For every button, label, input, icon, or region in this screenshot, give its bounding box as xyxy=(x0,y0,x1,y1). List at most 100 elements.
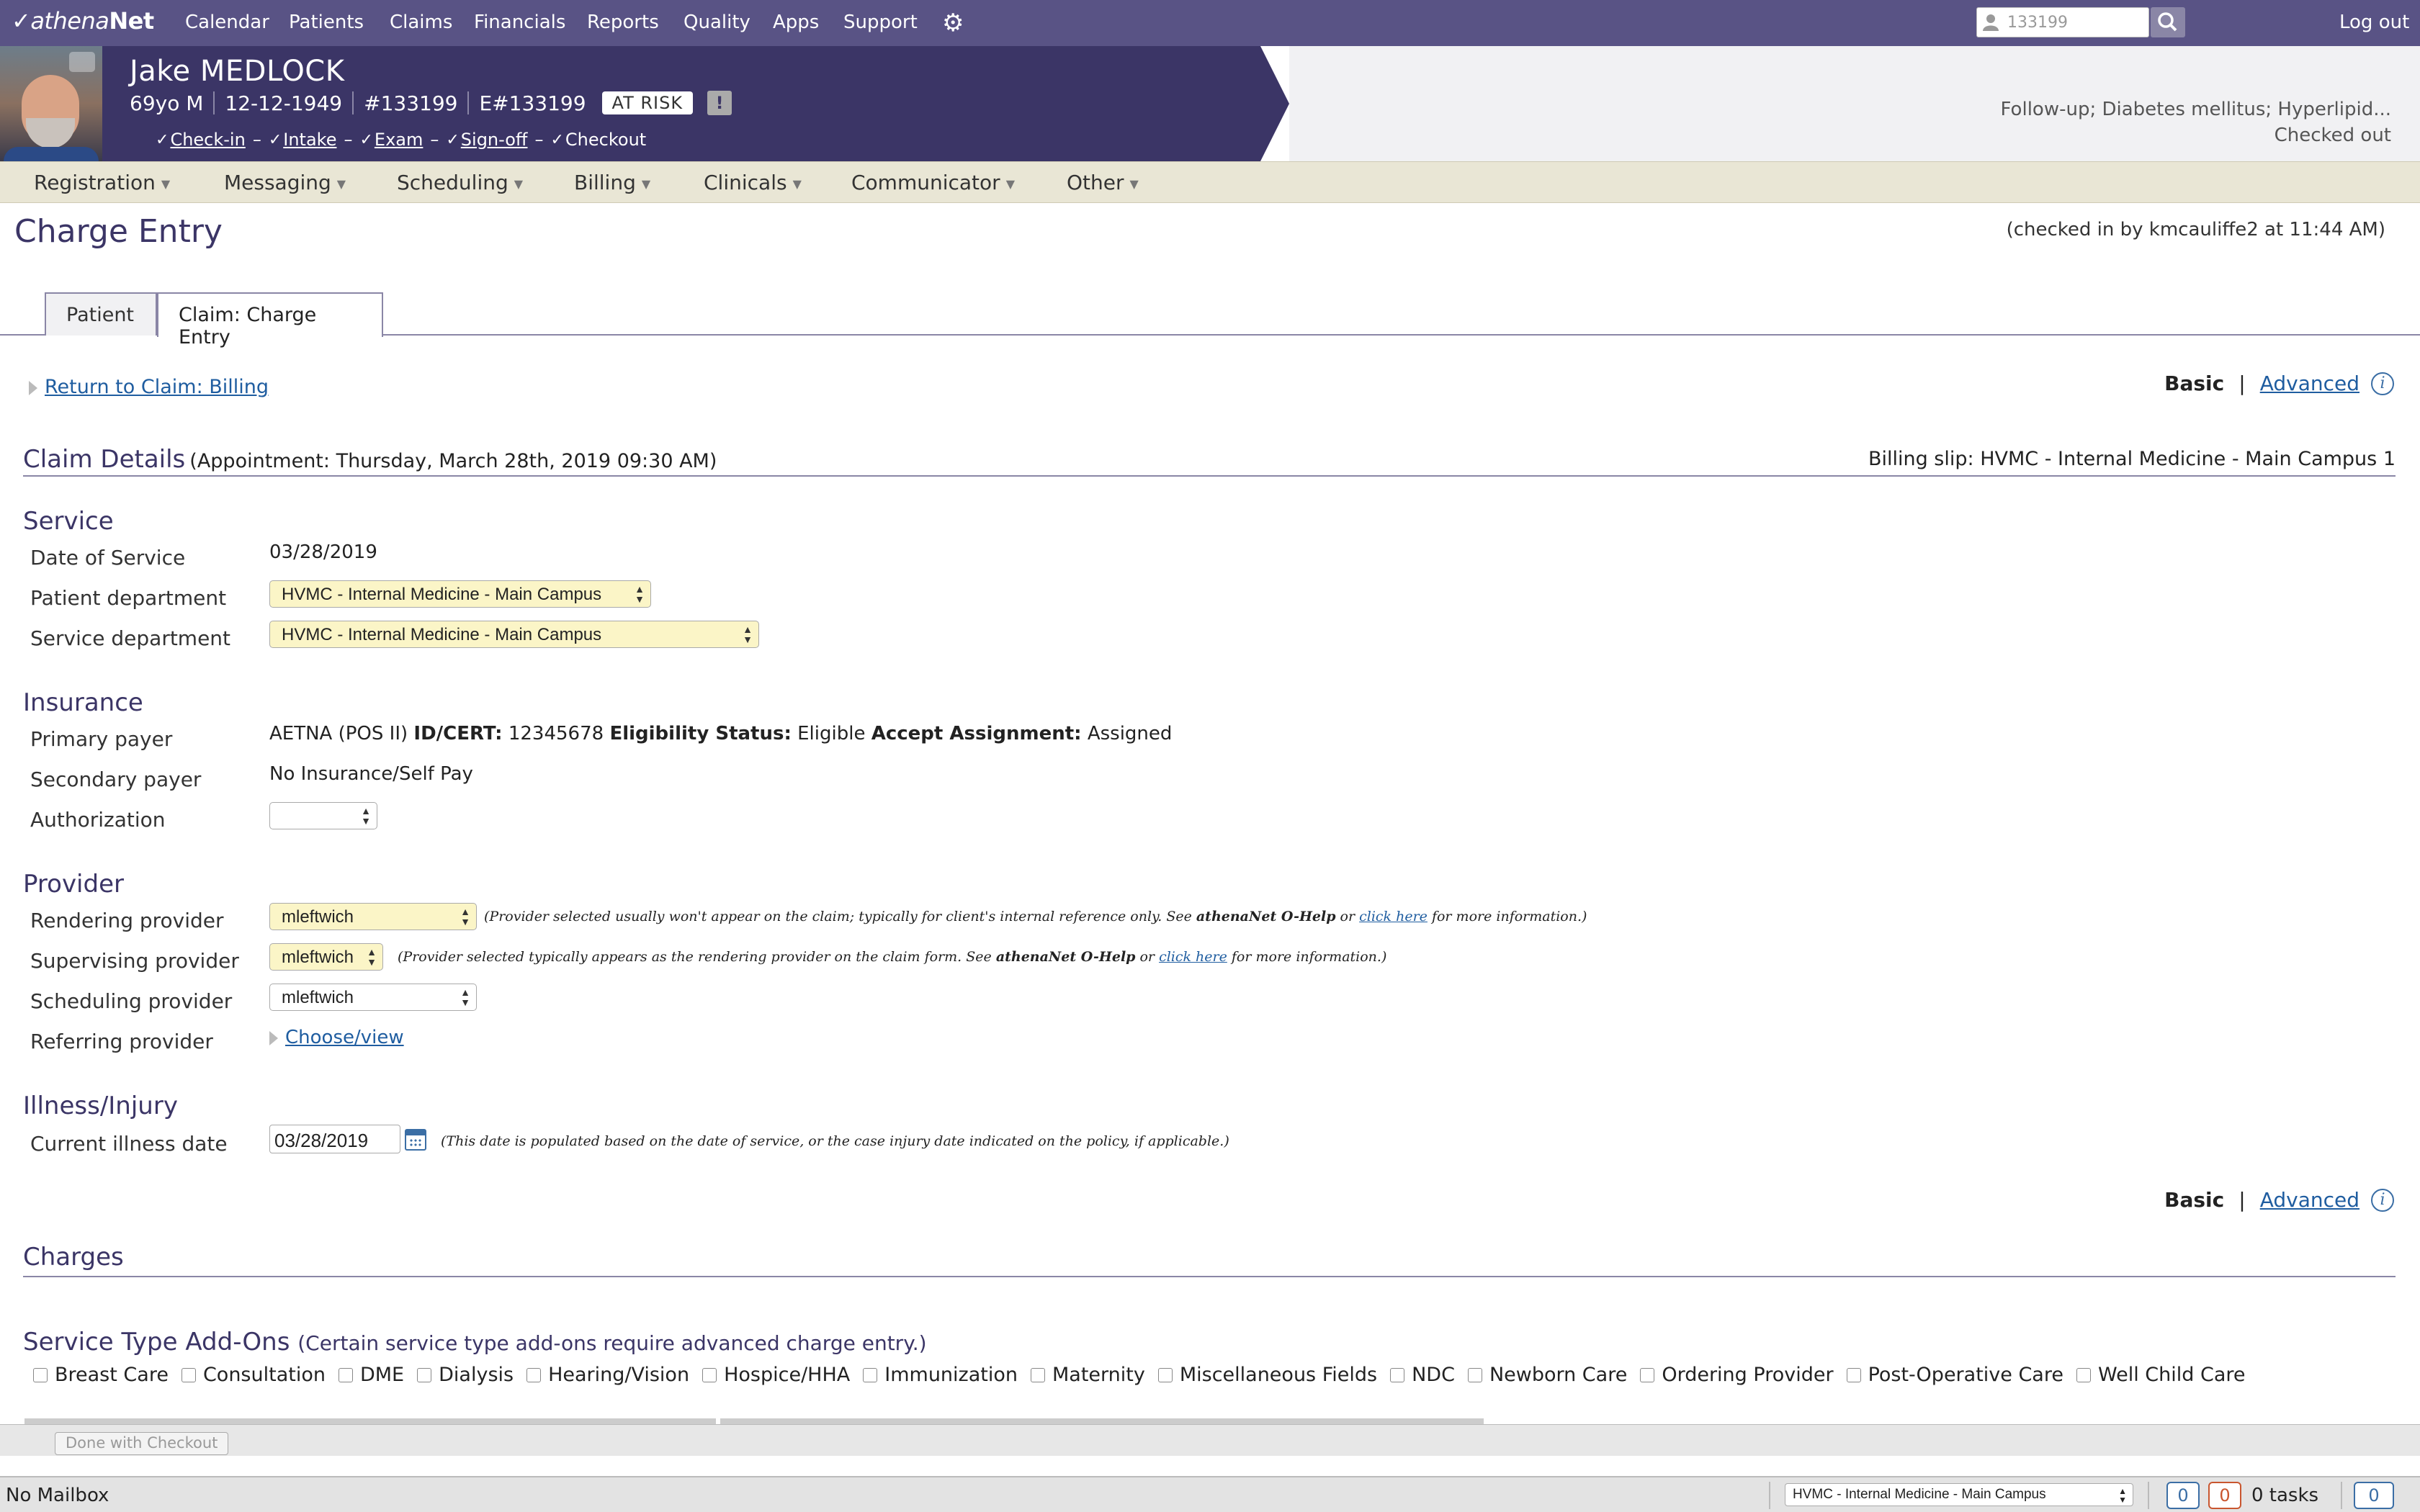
checkbox[interactable] xyxy=(863,1367,878,1382)
addon-ndc[interactable]: NDC xyxy=(1390,1364,1455,1386)
checkbox[interactable] xyxy=(1846,1367,1861,1382)
checkbox[interactable] xyxy=(1390,1367,1405,1382)
workflow-steps: ✓ Check-in – ✓ Intake – ✓ Exam – ✓ Sign-off – ✓ C… xyxy=(156,130,647,150)
checkbox[interactable] xyxy=(338,1367,353,1382)
checkbox[interactable] xyxy=(1640,1367,1655,1382)
checkbox[interactable] xyxy=(1157,1367,1173,1382)
addon-miscellaneous-fields[interactable]: Miscellaneous Fields xyxy=(1157,1364,1377,1386)
addon-breast-care[interactable]: Breast Care xyxy=(33,1364,169,1386)
mode-advanced-link[interactable]: Advanced xyxy=(2260,372,2360,395)
menu-messaging[interactable]: Messaging ▼ xyxy=(224,171,346,194)
at-risk-badge[interactable]: AT RISK xyxy=(601,91,694,114)
nav-quality[interactable]: Quality xyxy=(684,12,750,33)
menu-registration[interactable]: Registration ▼ xyxy=(34,171,170,194)
mode-basic: Basic xyxy=(2164,1188,2225,1212)
addons-list: Breast Care Consultation DME Dialysis He… xyxy=(33,1364,2259,1386)
current-illness-date-input[interactable] xyxy=(269,1125,400,1153)
menu-other[interactable]: Other ▼ xyxy=(1067,171,1139,194)
mailbox-status[interactable]: No Mailbox xyxy=(6,1485,109,1506)
tasks-count[interactable]: 0 tasks xyxy=(2251,1485,2318,1506)
workflow-checkin[interactable]: Check-in xyxy=(170,130,245,150)
addon-newborn-care[interactable]: Newborn Care xyxy=(1467,1364,1627,1386)
alert-icon[interactable]: ! xyxy=(707,91,732,115)
workflow-signoff[interactable]: Sign-off xyxy=(461,130,528,150)
check-icon: ✓ xyxy=(156,130,169,149)
mode-advanced-link[interactable]: Advanced xyxy=(2260,1188,2360,1212)
rendering-provider-select[interactable]: mleftwich ▲ ▼ xyxy=(269,903,477,930)
nav-reports[interactable]: Reports xyxy=(587,12,659,33)
patient-name[interactable]: Jake MEDLOCK xyxy=(130,55,344,88)
addon-hospice-hha[interactable]: Hospice/HHA xyxy=(702,1364,850,1386)
menu-communicator[interactable]: Communicator ▼ xyxy=(851,171,1015,194)
service-department-label: Service department xyxy=(30,626,231,650)
addon-consultation[interactable]: Consultation xyxy=(181,1364,326,1386)
checkbox[interactable] xyxy=(1467,1367,1482,1382)
search-input[interactable] xyxy=(2006,12,2143,32)
service-department-select[interactable]: HVMC - Internal Medicine - Main Campus ▲ ▼ xyxy=(269,621,759,648)
checkbox[interactable] xyxy=(417,1367,432,1382)
workflow-exam[interactable]: Exam xyxy=(375,130,423,150)
checkbox[interactable] xyxy=(2076,1367,2091,1382)
menu-clinicals[interactable]: Clinicals ▼ xyxy=(704,171,802,194)
supervising-help-link[interactable]: click here xyxy=(1159,949,1227,965)
calendar-icon[interactable] xyxy=(405,1129,426,1151)
department-select[interactable]: HVMC - Internal Medicine - Main Campus ▲ ▼ xyxy=(1785,1483,2133,1506)
nav-support[interactable]: Support xyxy=(843,12,918,33)
appointment-info: (Appointment: Thursday, March 28th, 2019… xyxy=(189,450,717,472)
addon-ordering-provider[interactable]: Ordering Provider xyxy=(1640,1364,1834,1386)
addon-post-operative-care[interactable]: Post-Operative Care xyxy=(1846,1364,2063,1386)
addon-dialysis[interactable]: Dialysis xyxy=(417,1364,514,1386)
addon-dme[interactable]: DME xyxy=(338,1364,404,1386)
scheduling-provider-select[interactable]: mleftwich ▲ ▼ xyxy=(269,984,477,1011)
info-icon[interactable]: i xyxy=(2371,1188,2394,1212)
athenanet-logo[interactable]: ✓athenaNet xyxy=(12,7,154,35)
checkbox[interactable] xyxy=(1030,1367,1045,1382)
supervising-provider-label: Supervising provider xyxy=(30,949,239,973)
rendering-help-link[interactable]: click here xyxy=(1359,909,1428,924)
addon-well-child-care[interactable]: Well Child Care xyxy=(2076,1364,2246,1386)
checkbox[interactable] xyxy=(702,1367,717,1382)
nav-apps[interactable]: Apps xyxy=(773,12,819,33)
billing-slip: Billing slip: HVMC - Internal Medicine -… xyxy=(1868,448,2396,470)
choose-view-link[interactable]: Choose/view xyxy=(285,1027,404,1048)
menu-billing[interactable]: Billing ▼ xyxy=(574,171,650,194)
return-to-billing-link[interactable]: Return to Claim: Billing xyxy=(45,376,269,398)
workflow-intake[interactable]: Intake xyxy=(283,130,336,150)
nav-patients[interactable]: Patients xyxy=(289,12,364,33)
inbox-count[interactable]: 0 xyxy=(2166,1482,2200,1509)
nav-financials[interactable]: Financials xyxy=(474,12,565,33)
chat-icon[interactable]: 0 xyxy=(2354,1482,2394,1509)
authorization-select[interactable]: ▲ ▼ xyxy=(269,802,377,829)
addon-immunization[interactable]: Immunization xyxy=(863,1364,1018,1386)
checkbox[interactable] xyxy=(33,1367,48,1382)
illness-injury-heading: Illness/Injury xyxy=(23,1092,178,1120)
logout-link[interactable]: Log out xyxy=(2339,12,2409,33)
expand-triangle-icon xyxy=(29,380,37,395)
insurance-heading: Insurance xyxy=(23,688,143,717)
select-arrows-icon: ▲ ▼ xyxy=(460,906,470,927)
addon-hearing-vision[interactable]: Hearing/Vision xyxy=(526,1364,689,1386)
page-title: Charge Entry xyxy=(14,213,223,250)
supervising-provider-note: (Provider selected typically appears as … xyxy=(398,949,1387,965)
tab-claim-charge-entry[interactable]: Claim: Charge Entry xyxy=(157,292,383,348)
camera-icon[interactable] xyxy=(69,52,95,72)
info-icon[interactable]: i xyxy=(2371,372,2394,395)
select-arrows-icon: ▲ ▼ xyxy=(361,805,371,827)
tab-patient[interactable]: Patient xyxy=(45,292,157,336)
nav-claims[interactable]: Claims xyxy=(390,12,452,33)
menu-scheduling[interactable]: Scheduling ▼ xyxy=(397,171,523,194)
patient-department-select[interactable]: HVMC - Internal Medicine - Main Campus ▲ ▼ xyxy=(269,580,651,608)
search-button[interactable] xyxy=(2151,7,2185,37)
addon-maternity[interactable]: Maternity xyxy=(1030,1364,1145,1386)
nav-calendar[interactable]: Calendar xyxy=(185,12,269,33)
supervising-provider-select[interactable]: mleftwich ▲ ▼ xyxy=(269,943,383,971)
done-with-checkout-button[interactable]: Done with Checkout xyxy=(55,1432,229,1455)
checkbox[interactable] xyxy=(526,1367,542,1382)
select-arrows-icon: ▲ ▼ xyxy=(367,946,377,968)
gear-icon[interactable]: ⚙ xyxy=(942,9,964,37)
urgent-count[interactable]: 0 xyxy=(2208,1482,2241,1509)
checkbox[interactable] xyxy=(181,1367,196,1382)
avatar[interactable] xyxy=(0,46,102,161)
workflow-checkout[interactable]: Checkout xyxy=(565,130,646,150)
visit-summary: Follow-up; Diabetes mellitus; Hyperlipid… xyxy=(2001,96,2391,148)
